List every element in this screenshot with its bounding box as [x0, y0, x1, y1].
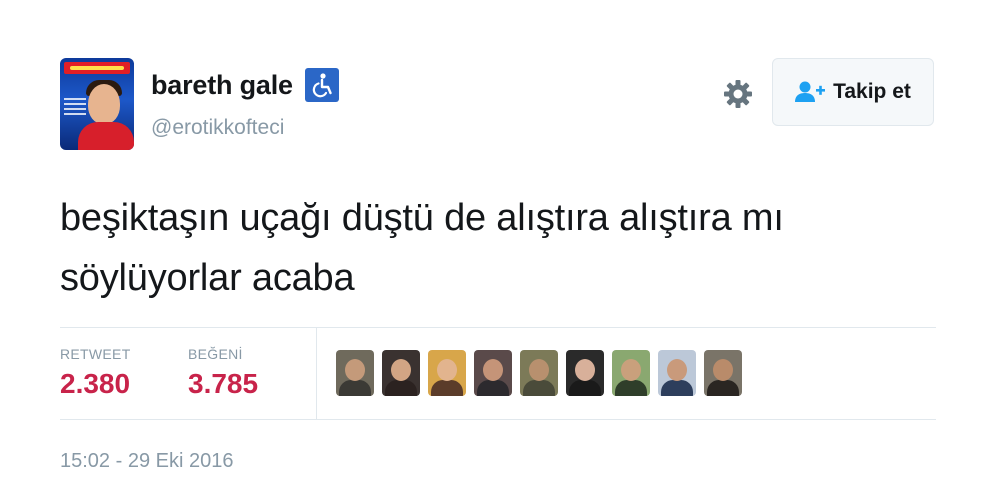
liker-avatar-face	[345, 359, 365, 381]
liker-avatar-face	[391, 359, 411, 381]
like-count: 3.785	[188, 368, 259, 399]
retweet-stat[interactable]: RETWEET 2.380	[60, 346, 131, 400]
liker-avatar-face	[529, 359, 549, 381]
liker-avatar-face	[713, 359, 733, 381]
liker-avatar[interactable]	[520, 350, 558, 396]
like-label: BEĞENİ	[188, 346, 243, 362]
liker-avatar-body	[661, 380, 693, 396]
liker-avatar-face	[483, 359, 503, 381]
user-plus-icon	[795, 80, 826, 104]
liker-avatar-face	[621, 359, 641, 381]
liker-avatar-body	[431, 380, 463, 396]
liker-avatar[interactable]	[382, 350, 420, 396]
stats-separator	[316, 328, 317, 420]
like-stat[interactable]: BEĞENİ 3.785	[188, 346, 258, 400]
tweet-text-line-2: söylüyorlar acaba	[60, 257, 355, 299]
display-name[interactable]: bareth gale	[151, 70, 293, 101]
liker-avatar-body	[385, 380, 417, 396]
liker-avatar[interactable]	[704, 350, 742, 396]
tweet-text-line-1: beşiktaşın uçağı düştü de alıştıra alışt…	[60, 197, 784, 239]
liker-avatar-face	[575, 359, 595, 381]
liker-avatars	[336, 350, 750, 396]
liker-avatar[interactable]	[566, 350, 604, 396]
stats-bottom-divider	[60, 419, 936, 420]
avatar-banner	[64, 62, 130, 74]
liker-avatar[interactable]	[612, 350, 650, 396]
liker-avatar[interactable]	[428, 350, 466, 396]
name-row: bareth gale	[151, 68, 339, 102]
avatar[interactable]	[60, 58, 134, 150]
liker-avatar[interactable]	[474, 350, 512, 396]
avatar-face	[88, 84, 120, 124]
tweet-text: beşiktaşın uçağı düştü de alıştıra alışt…	[60, 188, 920, 308]
gear-icon[interactable]	[722, 78, 754, 110]
wheelchair-icon	[304, 68, 339, 102]
avatar-shirt	[78, 122, 134, 150]
avatar-caption-lines	[64, 98, 86, 116]
liker-avatar-face	[667, 359, 687, 381]
liker-avatar-face	[437, 359, 457, 381]
tweet-card: bareth gale @erotikkofteci Takip et beşi…	[60, 58, 936, 488]
follow-button-label: Takip et	[833, 80, 911, 103]
liker-avatar-body	[339, 380, 371, 396]
liker-avatar-body	[477, 380, 509, 396]
user-handle[interactable]: @erotikkofteci	[151, 116, 284, 140]
liker-avatar[interactable]	[658, 350, 696, 396]
follow-button[interactable]: Takip et	[772, 58, 934, 126]
liker-avatar[interactable]	[336, 350, 374, 396]
tweet-timestamp[interactable]: 15:02 - 29 Eki 2016	[60, 450, 233, 473]
tweet-stats: RETWEET 2.380 BEĞENİ 3.785	[60, 328, 936, 420]
liker-avatar-body	[707, 380, 739, 396]
liker-avatar-body	[523, 380, 555, 396]
retweet-count: 2.380	[60, 368, 131, 399]
liker-avatar-body	[615, 380, 647, 396]
retweet-label: RETWEET	[60, 346, 131, 362]
liker-avatar-body	[569, 380, 601, 396]
